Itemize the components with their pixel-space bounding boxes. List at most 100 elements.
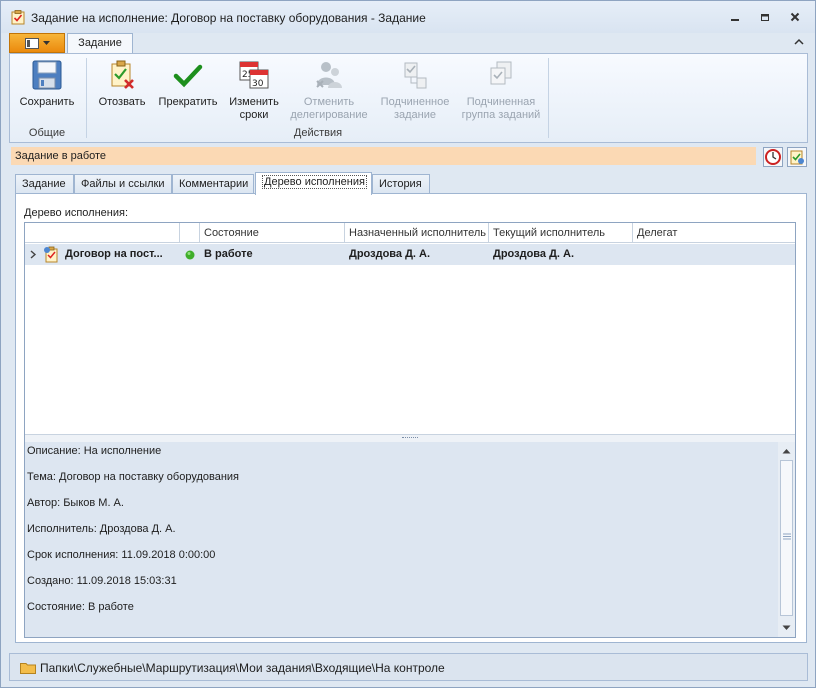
minimize-icon <box>731 19 739 21</box>
recall-button[interactable]: Отозвать <box>92 56 152 124</box>
row-assigned: Дроздова Д. А. <box>349 248 431 260</box>
tab-files-links-label: Файлы и ссылки <box>81 178 165 190</box>
row-task-name: Договор на пост... <box>65 248 163 260</box>
task-node-icon <box>44 246 58 263</box>
subgroup-label-line1: Подчиненная <box>466 96 536 108</box>
cancel-delegation-label-line1: Отменить <box>303 96 355 108</box>
subtask-label-line1: Подчиненное <box>380 96 450 108</box>
column-header-indicator[interactable] <box>180 223 200 243</box>
splitter-grip-icon[interactable] <box>402 437 418 440</box>
task-status-strip: Задание в работе <box>11 147 756 165</box>
change-dates-label: Изменить сроки <box>224 96 284 122</box>
ribbon-panel: Сохранить Общие Отозвать Прекратить 25 3… <box>9 53 808 143</box>
ribbon-separator <box>86 58 87 138</box>
tab-history[interactable]: История <box>372 174 430 194</box>
checkmark-icon <box>173 64 203 88</box>
scroll-down-icon[interactable] <box>782 623 791 632</box>
task-app-icon <box>11 10 25 25</box>
save-button[interactable]: Сохранить <box>14 56 80 124</box>
stop-button[interactable]: Прекратить <box>156 56 220 124</box>
restore-button[interactable] <box>753 9 777 25</box>
chevron-down-icon <box>42 40 50 45</box>
column-header-state[interactable]: Состояние <box>200 223 345 243</box>
group-label-actions: Действия <box>293 127 343 139</box>
ribbon-separator <box>548 58 549 138</box>
ribbon-tab-task[interactable]: Задание <box>67 33 133 54</box>
execution-tree-panel: Дерево исполнения: Состояние Назначенный… <box>15 193 807 643</box>
detail-description: Описание: На исполнение <box>27 445 162 457</box>
execution-tree-grid: Состояние Назначенный исполнитель Текущи… <box>24 222 796 638</box>
column-header-current[interactable]: Текущий исполнитель <box>489 223 633 243</box>
menu-icon <box>24 37 39 49</box>
subtask-button[interactable]: Подчиненное задание <box>376 56 454 124</box>
restore-icon <box>761 14 769 21</box>
detail-author: Автор: Быков М. А. <box>27 497 124 509</box>
cancel-delegation-label: Отменить делегирование <box>288 96 370 122</box>
column-header-assigned[interactable]: Назначенный исполнитель <box>345 223 489 243</box>
close-button[interactable] <box>783 9 807 25</box>
tab-task-label: Задание <box>22 178 66 190</box>
floppy-disk-icon <box>32 60 62 90</box>
folder-path[interactable]: Папки\Служебные\Маршрутизация\Мои задани… <box>40 661 445 675</box>
details-scrollbar[interactable] <box>778 442 795 637</box>
subgroup-icon <box>490 61 512 85</box>
ribbon-group-general: Сохранить Общие <box>10 54 84 142</box>
table-row[interactable]: Договор на пост... В работе Дроздова Д. … <box>25 244 795 265</box>
task-details-panel: Описание: На исполнение Тема: Договор на… <box>25 442 795 637</box>
change-dates-label-line1: Изменить <box>229 96 279 108</box>
application-menu-button[interactable] <box>9 33 65 53</box>
detail-state: Состояние: В работе <box>27 601 134 613</box>
detail-created: Создано: 11.09.2018 15:03:31 <box>27 575 177 587</box>
window-title: Задание на исполнение: Договор на постав… <box>31 11 426 25</box>
minimize-button[interactable] <box>723 9 747 25</box>
tab-comments[interactable]: Комментарии <box>172 174 254 194</box>
clock-deadline-icon[interactable] <box>763 147 783 167</box>
row-current: Дроздова Д. А. <box>493 248 575 260</box>
subgroup-label-line2: группа заданий <box>461 109 541 121</box>
ribbon-group-actions: Отозвать Прекратить 25 30 Изменитьсроки <box>88 54 548 142</box>
folder-icon <box>20 663 36 674</box>
tab-files-links[interactable]: Файлы и ссылки <box>74 174 172 194</box>
detail-deadline: Срок исполнения: 11.09.2018 0:00:00 <box>27 549 216 561</box>
detail-subject: Тема: Договор на поставку оборудования <box>27 471 240 483</box>
change-dates-label-line2: сроки <box>239 109 269 121</box>
subgroup-label: Подчиненная группа заданий <box>458 96 544 122</box>
recall-label: Отозвать <box>98 96 146 108</box>
group-label-general: Общие <box>28 127 66 139</box>
column-header-delegate[interactable]: Делегат <box>633 223 795 243</box>
stop-label: Прекратить <box>158 96 218 108</box>
subtask-label-line2: задание <box>393 109 437 121</box>
folder-path-bar: Папки\Служебные\Маршрутизация\Мои задани… <box>9 653 808 681</box>
tab-task[interactable]: Задание <box>15 174 74 194</box>
subtask-label: Подчиненное задание <box>376 96 454 122</box>
scroll-up-icon[interactable] <box>782 447 791 456</box>
task-window: Задание на исполнение: Договор на постав… <box>0 0 816 688</box>
svg-text:30: 30 <box>252 79 264 89</box>
tab-history-label: История <box>379 178 422 190</box>
title-bar[interactable]: Задание на исполнение: Договор на постав… <box>1 1 815 33</box>
task-card-icon[interactable] <box>787 147 807 167</box>
panel-splitter[interactable] <box>25 434 795 442</box>
scroll-grip-icon <box>783 533 791 540</box>
tab-execution-tree-label: Дерево исполнения <box>262 175 367 189</box>
expand-arrow-icon[interactable] <box>29 250 37 259</box>
detail-performer: Исполнитель: Дроздова Д. А. <box>27 523 176 535</box>
change-dates-button[interactable]: 25 30 Изменить сроки <box>224 56 284 124</box>
tree-caption: Дерево исполнения: <box>24 207 129 219</box>
tab-comments-label: Комментарии <box>179 178 249 190</box>
save-label: Сохранить <box>19 96 75 108</box>
column-header-name[interactable] <box>25 223 180 243</box>
collapse-ribbon-icon[interactable] <box>793 36 805 48</box>
row-state: В работе <box>204 248 253 260</box>
scroll-thumb[interactable] <box>780 460 793 616</box>
users-cancel-icon <box>316 62 342 88</box>
cancel-delegation-button[interactable]: Отменить делегирование <box>288 56 370 124</box>
cancel-delegation-label-line2: делегирование <box>290 109 368 121</box>
calendar-icon: 25 30 <box>239 61 269 89</box>
subtask-icon <box>404 62 427 89</box>
subgroup-button[interactable]: Подчиненная группа заданий <box>458 56 544 124</box>
close-icon <box>790 12 800 22</box>
status-dot-green-icon <box>185 250 195 260</box>
clipboard-recall-icon <box>111 60 134 89</box>
tab-execution-tree[interactable]: Дерево исполнения <box>255 172 372 195</box>
